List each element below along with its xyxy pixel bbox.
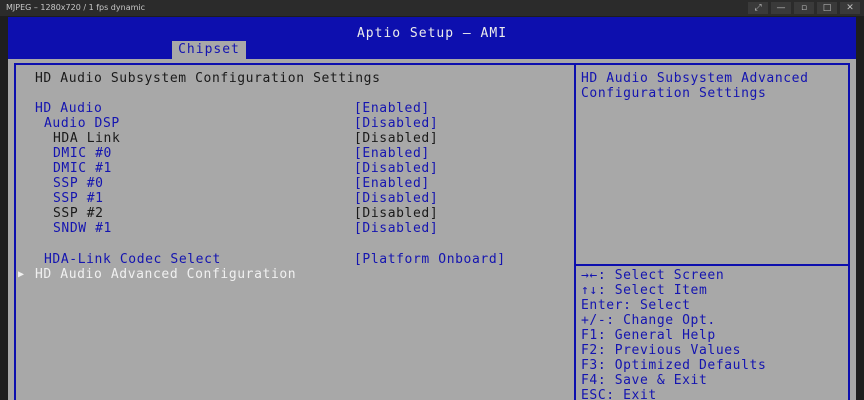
setting-hda-link-value: [Disabled]: [354, 131, 439, 146]
setting-audio-dsp-value[interactable]: [Disabled]: [354, 116, 438, 131]
window-title: MJPEG – 1280x720 / 1 fps dynamic: [6, 3, 146, 12]
help-key-change-opt: +/-: Change Opt.: [581, 313, 716, 328]
setting-ssp1-label[interactable]: SSP #1: [53, 191, 104, 206]
submenu-arrow-icon: ▶: [18, 269, 25, 280]
help-key-f3: F3: Optimized Defaults: [581, 358, 767, 373]
bios-header: Aptio Setup – AMI Chipset: [8, 17, 856, 59]
setting-hda-link-label: HDA Link: [53, 131, 121, 146]
bios-screen: Aptio Setup – AMI Chipset HD Audio Subsy…: [8, 17, 856, 400]
help-description-line2: Configuration Settings: [581, 86, 767, 101]
setting-audio-dsp-label[interactable]: Audio DSP: [44, 116, 120, 131]
panel-divider: [574, 63, 576, 400]
minimize-icon[interactable]: —: [771, 2, 791, 14]
setting-codec-select-label[interactable]: HDA-Link Codec Select: [44, 252, 221, 267]
section-title: HD Audio Subsystem Configuration Setting…: [35, 71, 381, 86]
help-key-f4: F4: Save & Exit: [581, 373, 708, 388]
maximize-icon[interactable]: □: [817, 2, 837, 14]
help-key-select-screen: →←: Select Screen: [581, 268, 725, 283]
setting-hd-audio-label[interactable]: HD Audio: [35, 101, 102, 116]
help-key-select-item: ↑↓: Select Item: [581, 283, 708, 298]
restore-icon[interactable]: ▫: [794, 2, 814, 14]
setting-dmic0-label[interactable]: DMIC #0: [53, 146, 112, 161]
close-icon[interactable]: ✕: [840, 2, 860, 14]
help-key-f1: F1: General Help: [581, 328, 716, 343]
submenu-advanced-config[interactable]: HD Audio Advanced Configuration: [35, 267, 296, 282]
tab-chipset[interactable]: Chipset: [172, 41, 246, 59]
setting-dmic1-value[interactable]: [Disabled]: [354, 161, 438, 176]
window-titlebar: MJPEG – 1280x720 / 1 fps dynamic ⤢ — ▫ □…: [0, 0, 864, 16]
setting-ssp0-label[interactable]: SSP #0: [53, 176, 104, 191]
setting-dmic0-value[interactable]: [Enabled]: [354, 146, 430, 161]
bios-title: Aptio Setup – AMI: [356, 26, 508, 41]
setting-sndw1-label[interactable]: SNDW #1: [53, 221, 112, 236]
setting-hd-audio-value[interactable]: [Enabled]: [354, 101, 430, 116]
help-key-esc: ESC: Exit: [581, 388, 657, 400]
setting-ssp2-label: SSP #2: [53, 206, 104, 221]
setting-sndw1-value[interactable]: [Disabled]: [354, 221, 438, 236]
help-description-line1: HD Audio Subsystem Advanced: [581, 71, 809, 86]
setting-codec-select-value[interactable]: [Platform Onboard]: [354, 252, 506, 267]
help-key-enter: Enter: Select: [581, 298, 691, 313]
help-key-f2: F2: Previous Values: [581, 343, 742, 358]
setting-ssp0-value[interactable]: [Enabled]: [354, 176, 430, 191]
setting-ssp1-value[interactable]: [Disabled]: [354, 191, 438, 206]
setting-ssp2-value: [Disabled]: [354, 206, 439, 221]
help-divider: [574, 264, 850, 266]
fullscreen-icon[interactable]: ⤢: [748, 2, 768, 14]
window-controls: ⤢ — ▫ □ ✕: [748, 2, 860, 14]
setting-dmic1-label[interactable]: DMIC #1: [53, 161, 112, 176]
